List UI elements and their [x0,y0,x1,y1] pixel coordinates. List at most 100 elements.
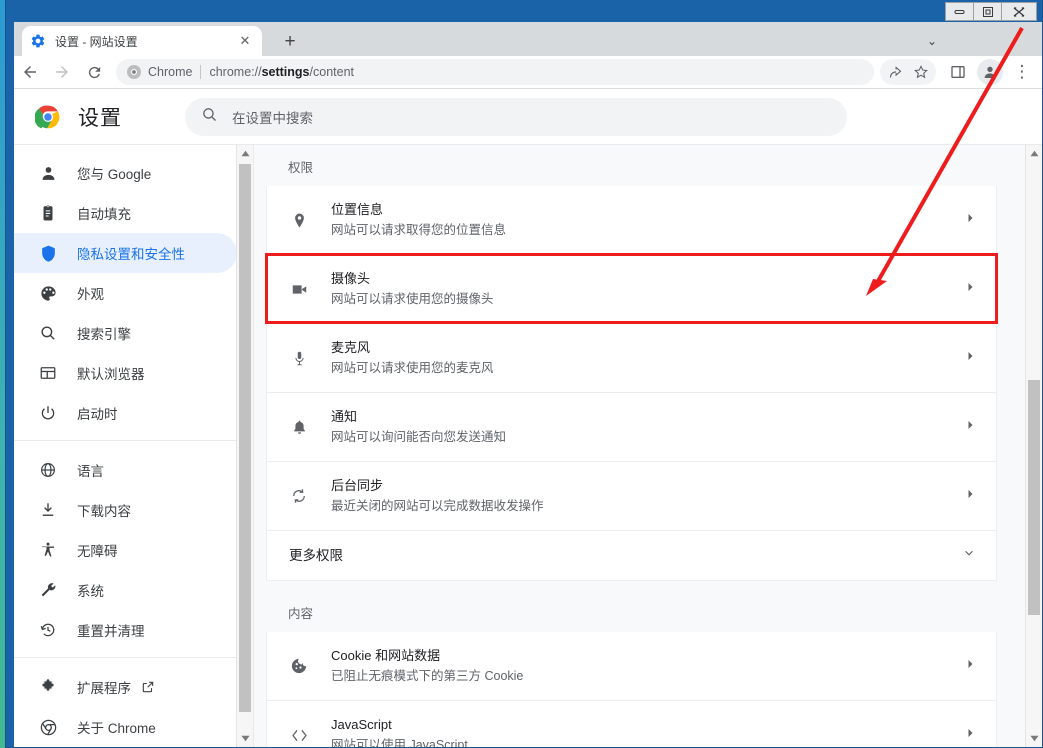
sidebar-item-search[interactable]: 搜索引擎 [14,313,237,353]
close-button[interactable] [1002,3,1036,20]
bookmark-star-icon[interactable] [908,59,934,85]
permission-row-text: 后台同步 最近关闭的网站可以完成数据收发操作 [331,476,952,516]
chevron-down-icon[interactable] [962,546,976,565]
sidebar-item-chrome[interactable]: 关于 Chrome [14,707,237,747]
sidebar-item-label: 搜索引擎 [77,327,131,342]
permissions-rows: 位置信息 网站可以请求取得您的位置信息 摄像头 网站可以请求使用您的摄像头 麦克风 网站可… [267,186,996,530]
tab-close-icon[interactable]: ✕ [236,32,254,50]
chevron-right-icon[interactable] [964,418,976,436]
side-panel-icon[interactable] [942,56,974,88]
more-permissions-label: 更多权限 [289,548,343,563]
sidebar-item-wrench[interactable]: 系统 [14,570,237,610]
sidebar-item-globe[interactable]: 语言 [14,450,237,490]
permission-row-title: 通知 [331,409,358,424]
browser-menu-button[interactable]: ⋮ [1006,56,1038,88]
cookie-icon [289,656,309,676]
settings-main: 权限 位置信息 网站可以请求取得您的位置信息 摄像头 网站可以请求使用您的摄像头 麦克风… [254,145,1042,747]
tab-title: 设置 - 网站设置 [55,34,138,49]
sidebar-item-download[interactable]: 下载内容 [14,490,237,530]
reload-button[interactable] [78,56,110,88]
chevron-right-icon[interactable] [964,487,976,505]
sidebar-scrollbar[interactable] [236,145,253,747]
chevron-right-icon[interactable] [964,657,976,675]
chevron-right-icon[interactable] [964,349,976,367]
permission-row[interactable]: 摄像头 网站可以请求使用您的摄像头 [267,254,996,323]
location-pin-icon [289,210,309,230]
more-permissions-row[interactable]: 更多权限 [267,530,996,580]
sidebar-item-restore[interactable]: 重置并清理 [14,610,237,650]
omnibox-url: chrome://settings/content [209,65,354,79]
sidebar-groups: 您与 Google 自动填充 隐私设置和安全性 外观搜索引擎默认浏览器启动时语言下载内… [14,145,253,747]
sidebar-item-label: 重置并清理 [77,624,145,639]
permission-row[interactable]: 麦克风 网站可以请求使用您的麦克风 [267,323,996,392]
external-link-icon[interactable] [141,680,155,694]
minimize-button[interactable] [946,3,974,20]
chevron-right-icon[interactable] [964,726,976,744]
sidebar-scroll-thumb[interactable] [239,164,251,712]
forward-button[interactable] [46,56,78,88]
sidebar-item-label: 您与 Google [77,167,152,182]
browser-tab[interactable]: 设置 - 网站设置 ✕ [22,26,262,56]
permission-row[interactable]: 通知 网站可以询问能否向您发送通知 [267,392,996,461]
content-card: Cookie 和网站数据 已阻止无痕模式下的第三方 Cookie JavaScrip… [266,632,997,747]
profile-avatar-button[interactable] [974,56,1006,88]
browser-icon [38,363,58,383]
palette-icon [38,283,58,303]
sidebar-item-browser[interactable]: 默认浏览器 [14,353,237,393]
settings-gear-icon [31,34,45,48]
new-tab-button[interactable]: + [276,31,304,52]
sidebar-item-label: 语言 [77,464,104,479]
sidebar-item-accessibility[interactable]: 无障碍 [14,530,237,570]
settings-sidebar: 您与 Google 自动填充 隐私设置和安全性 外观搜索引擎默认浏览器启动时语言下载内… [14,145,254,747]
sidebar-item-label: 启动时 [77,407,118,422]
settings-search-box[interactable]: 在设置中搜索 [185,97,847,136]
chevron-right-icon[interactable] [964,280,976,298]
accessibility-icon [38,540,58,560]
permissions-card: 位置信息 网站可以请求取得您的位置信息 摄像头 网站可以请求使用您的摄像头 麦克风 网站可… [266,186,997,581]
maximize-button[interactable] [974,3,1002,20]
page-scrollbar[interactable] [1025,145,1042,747]
content-setting-row[interactable]: Cookie 和网站数据 已阻止无痕模式下的第三方 Cookie [267,632,996,700]
content-setting-row[interactable]: JavaScript 网站可以使用 JavaScript [267,700,996,747]
window-title-bar [6,0,1042,22]
browser-toolbar: Chrome chrome://settings/content ⋮ [14,56,1042,89]
sync-icon [289,486,309,506]
permission-row[interactable]: 位置信息 网站可以请求取得您的位置信息 [267,186,996,254]
content-setting-row-subtitle: 已阻止无痕模式下的第三方 Cookie [331,669,524,683]
permission-row-text: 摄像头 网站可以请求使用您的摄像头 [331,269,952,309]
sidebar-item-puzzle[interactable]: 扩展程序 [14,667,237,707]
sidebar-item-palette[interactable]: 外观 [14,273,237,313]
sidebar-item-clipboard[interactable]: 自动填充 [14,193,237,233]
page-scroll-thumb[interactable] [1028,380,1040,615]
settings-header: 设置 在设置中搜索 [14,89,1042,145]
permission-row-text: 麦克风 网站可以请求使用您的麦克风 [331,338,952,378]
address-bar[interactable]: Chrome chrome://settings/content [116,59,874,85]
sidebar-item-label: 扩展程序 [77,681,131,696]
page-title: 设置 [78,106,122,130]
permission-row[interactable]: 后台同步 最近关闭的网站可以完成数据收发操作 [267,461,996,530]
chrome-icon [38,717,58,737]
sidebar-item-power[interactable]: 启动时 [14,393,237,433]
url-suffix: /content [309,65,354,79]
back-button[interactable] [14,56,46,88]
tab-strip: 设置 - 网站设置 ✕ + ⌄ [14,22,1042,56]
tab-search-chevron-down-icon[interactable]: ⌄ [927,34,937,48]
sidebar-item-shield[interactable]: 隐私设置和安全性 [14,233,237,273]
page-scroll-up-icon[interactable] [1026,145,1042,162]
avatar [977,59,1003,85]
share-icon[interactable] [882,59,908,85]
url-bold: settings [261,65,310,79]
sidebar-item-person[interactable]: 您与 Google [14,153,237,193]
chevron-right-icon[interactable] [964,211,976,229]
permission-row-title: 麦克风 [331,340,371,355]
page-scroll-down-icon[interactable] [1026,730,1042,747]
toolbar-right-actions: ⋮ [880,56,1042,88]
chrome-icon [127,65,141,79]
chrome-logo-icon [35,105,60,128]
permission-row-subtitle: 网站可以请求使用您的摄像头 [331,292,494,306]
sidebar-scroll-down-icon[interactable] [237,730,253,747]
settings-page: 设置 在设置中搜索 您与 Google 自动填充 隐私设置和安全性 外观搜索引擎默认浏… [14,89,1042,747]
sidebar-scroll-up-icon[interactable] [237,145,253,162]
omnibox-chrome-chip: Chrome [126,64,192,80]
sidebar-item-label: 下载内容 [77,504,131,519]
